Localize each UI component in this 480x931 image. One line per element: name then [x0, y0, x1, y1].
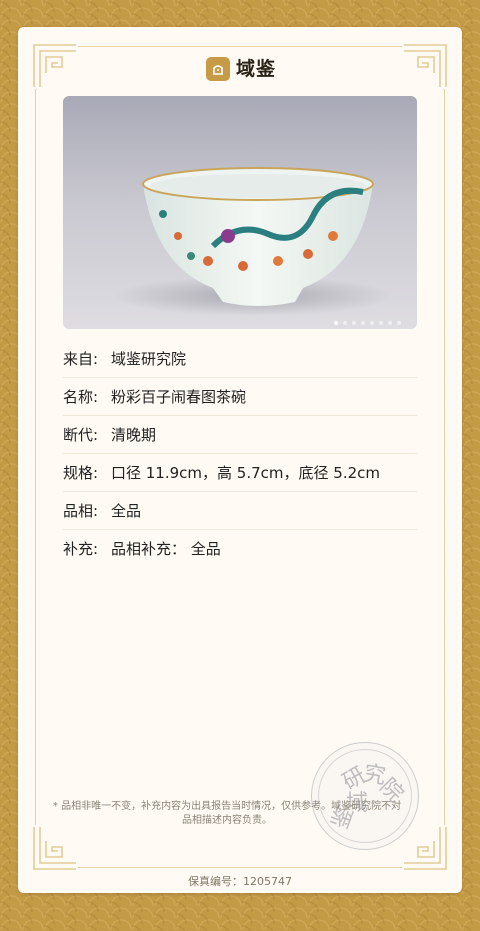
detail-row-supplement: 补充: 品相补充： 全品 [63, 530, 417, 567]
detail-row-period: 断代: 清晚期 [63, 416, 417, 454]
carousel-dot[interactable] [343, 321, 347, 325]
frame-border-bottom [78, 867, 402, 868]
carousel-dot[interactable] [334, 321, 338, 325]
detail-label: 来自: [63, 350, 99, 368]
logo-mark-icon [206, 57, 230, 81]
carousel-dot[interactable] [379, 321, 383, 325]
brand-name: 域鉴 [236, 58, 277, 80]
serial-number: 保真编号：1205747 [0, 873, 480, 889]
detail-label: 断代: [63, 426, 99, 444]
detail-row-name: 名称: 粉彩百子闹春图茶碗 [63, 378, 417, 416]
frame-border-left [35, 89, 36, 825]
carousel-dot[interactable] [352, 321, 356, 325]
carousel-dot[interactable] [388, 321, 392, 325]
detail-value: 品相补充： 全品 [111, 540, 221, 558]
carousel-indicator [334, 321, 401, 325]
frame-border-top [78, 46, 402, 47]
detail-row-source: 来自: 域鉴研究院 [63, 340, 417, 378]
serial-value: 1205747 [243, 875, 292, 888]
detail-row-condition: 品相: 全品 [63, 492, 417, 530]
corner-ornament-icon [32, 825, 78, 871]
detail-label: 补充: [63, 540, 99, 558]
carousel-dot[interactable] [397, 321, 401, 325]
authentication-seal-icon: 域 鉴 研 究 院 [311, 742, 419, 850]
item-photo-carousel[interactable] [63, 96, 417, 329]
porcelain-bowl-photo [113, 167, 393, 316]
detail-value: 口径 11.9cm，高 5.7cm，底径 5.2cm [111, 464, 380, 482]
carousel-dot[interactable] [370, 321, 374, 325]
carousel-dot[interactable] [361, 321, 365, 325]
serial-label: 保真编号： [188, 875, 243, 888]
detail-label: 名称: [63, 388, 99, 406]
certificate-card: 域鉴 来自: 域鉴研究院 名称: 粉彩百子闹春图茶碗 断代: 清晚期 规格: 口… [18, 27, 462, 893]
corner-ornament-icon [402, 43, 448, 89]
detail-value: 域鉴研究院 [111, 350, 187, 368]
item-details-list: 来自: 域鉴研究院 名称: 粉彩百子闹春图茶碗 断代: 清晚期 规格: 口径 1… [63, 340, 417, 567]
disclaimer-text: * 品相非唯一不变，补充内容为出具报告当时情况，仅供参考。域鉴研究院不对品相描述… [52, 801, 402, 826]
detail-row-dimensions: 规格: 口径 11.9cm，高 5.7cm，底径 5.2cm [63, 454, 417, 492]
corner-ornament-icon [32, 43, 78, 89]
detail-label: 规格: [63, 464, 99, 482]
frame-border-right [444, 89, 445, 825]
brand-logo: 域鉴 [206, 55, 276, 83]
detail-value: 全品 [111, 502, 142, 520]
corner-ornament-icon [402, 825, 448, 871]
detail-label: 品相: [63, 502, 99, 520]
detail-value: 粉彩百子闹春图茶碗 [111, 388, 247, 406]
detail-value: 清晚期 [111, 426, 157, 444]
